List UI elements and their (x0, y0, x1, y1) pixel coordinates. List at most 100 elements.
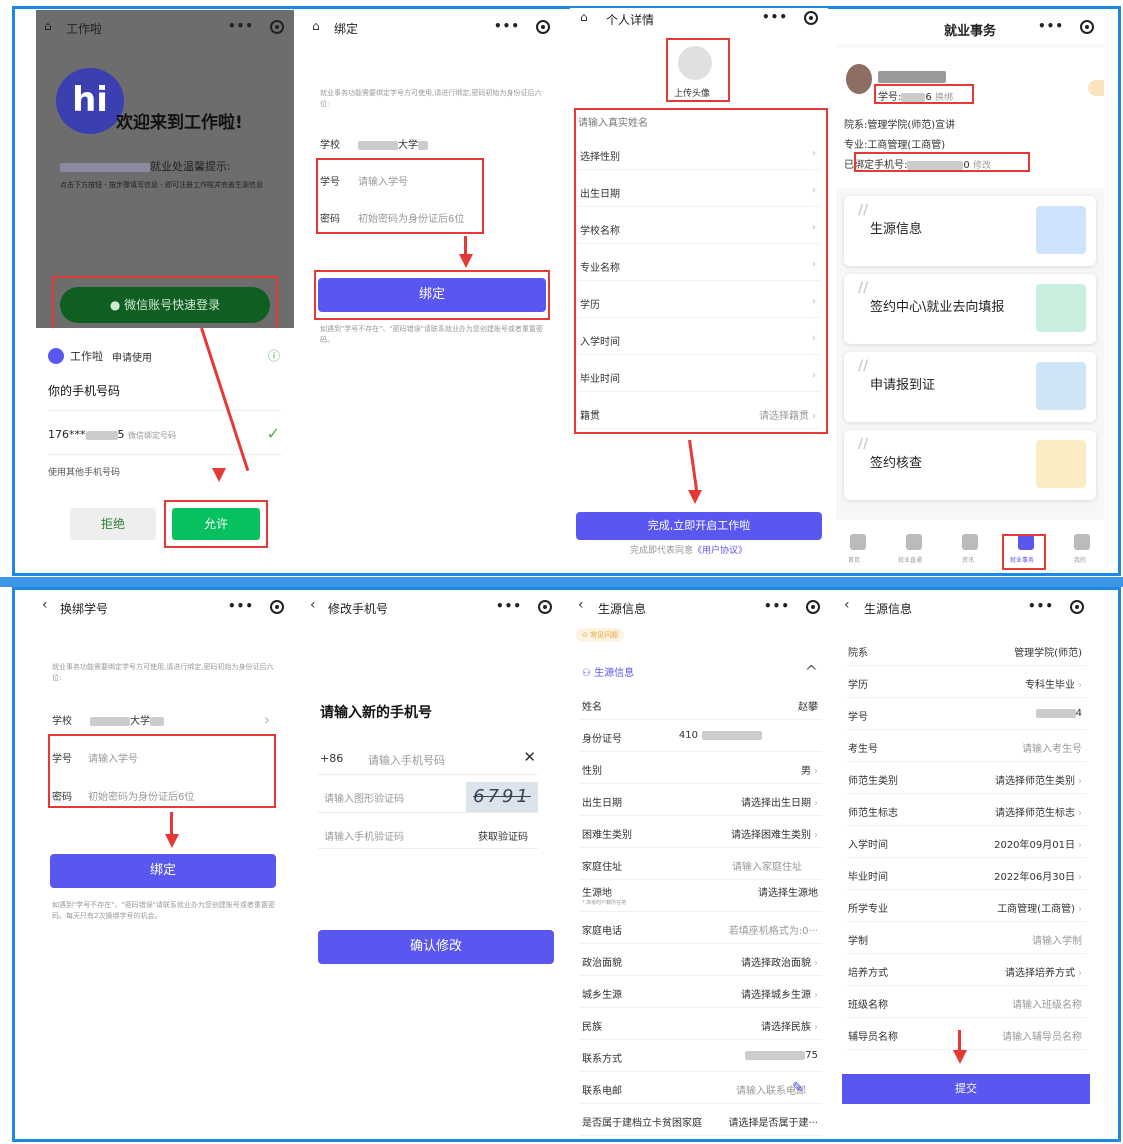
phone-input[interactable]: 请输入手机号码 (368, 752, 445, 768)
back-icon[interactable]: ‹ (42, 597, 48, 613)
captcha-input[interactable]: 请输入图形验证码 (324, 790, 404, 805)
page-title: 工作啦 (66, 22, 103, 36)
panel-rebind: ‹ 换绑学号 ••• 就业事务功能需要绑定学号方可使用,请进行绑定,密码初始为身… (36, 590, 294, 1138)
more-icon[interactable]: ••• (762, 10, 788, 24)
close-target-icon[interactable] (538, 599, 552, 614)
list-item[interactable]: 城乡生源 请选择城乡生源 › (580, 976, 822, 1008)
finish-button[interactable]: 完成,立即开启工作啦 (576, 512, 822, 540)
capsule-menu[interactable]: ••• (1038, 19, 1094, 34)
home-icon[interactable]: ⌂ (580, 10, 588, 24)
close-target-icon[interactable] (1080, 19, 1094, 34)
list-item[interactable]: 所学专业 工商管理(工商管) › (846, 890, 1086, 922)
list-item[interactable]: 入学时间 2020年09月01日 › (846, 826, 1086, 858)
other-phone-link[interactable]: 使用其他手机号码 (48, 468, 120, 479)
captcha-image[interactable]: 6791 (466, 782, 538, 812)
get-code-button[interactable]: 获取验证码 (478, 828, 528, 843)
more-icon[interactable]: ••• (228, 599, 254, 613)
major-line: 专业:工商管理(工商管) (844, 140, 946, 151)
header: ‹ 换绑学号 ••• (36, 590, 294, 624)
list-item[interactable]: 出生日期 请选择出生日期 › (580, 784, 822, 816)
capsule-menu[interactable]: ••• (1028, 599, 1084, 614)
close-target-icon[interactable] (270, 599, 284, 614)
list-item[interactable]: 家庭电话 若填座机格式为:0··· (580, 912, 822, 944)
card-sign-center[interactable]: //签约中心\就业去向填报 (844, 274, 1096, 344)
list-item[interactable]: 班级名称 请输入班级名称 (846, 986, 1086, 1018)
clear-icon[interactable]: ✕ (523, 748, 536, 766)
home-tab-icon[interactable] (850, 534, 866, 550)
direct-tab-icon[interactable] (906, 534, 922, 550)
list-item[interactable]: 学制 请输入学制 (846, 922, 1086, 954)
more-icon[interactable]: ••• (1038, 19, 1064, 33)
document-illustration-icon (1036, 440, 1086, 488)
sms-code-input[interactable]: 请输入手机验证码 (324, 828, 404, 843)
list-item[interactable]: 身份证号 410 (580, 720, 822, 752)
section-header[interactable]: ⚇ 生源信息 (582, 664, 634, 679)
heading: 请输入新的手机号 (320, 705, 432, 721)
close-target-icon[interactable] (806, 599, 820, 614)
agreement-link[interactable]: 《用户协议》 (693, 546, 747, 556)
capsule-menu[interactable]: ••• (496, 599, 552, 614)
info-icon[interactable]: ⓘ (268, 347, 280, 364)
list-item[interactable]: 院系 管理学院(师范) (846, 634, 1086, 666)
list-item[interactable]: 培养方式 请选择培养方式 › (846, 954, 1086, 986)
school-value[interactable]: 大学 (358, 136, 428, 151)
home-icon[interactable]: ⌂ (312, 19, 320, 33)
list-item[interactable]: 师范生类别 请选择师范生类别 › (846, 762, 1086, 794)
list-item[interactable]: 困难生类别 请选择困难生类别 › (580, 816, 822, 848)
more-icon[interactable]: ••• (494, 19, 520, 33)
capsule-menu[interactable]: ••• (494, 19, 550, 34)
back-icon[interactable]: ‹ (310, 597, 316, 613)
phone-option[interactable]: 176*** 5 微信绑定号码 (48, 428, 176, 441)
back-icon[interactable]: ‹ (578, 597, 584, 613)
confirm-button[interactable]: 确认修改 (318, 930, 554, 964)
list-item[interactable]: 民族 请选择民族 › (580, 1008, 822, 1040)
sheet-app-name: 工作啦 (70, 350, 103, 363)
news-tab-icon[interactable] (962, 534, 978, 550)
arrow (688, 439, 699, 492)
school-value[interactable]: 大学 (90, 712, 164, 727)
list-item[interactable]: 姓名 赵攀 (580, 688, 822, 720)
close-target-icon[interactable] (270, 19, 284, 34)
header: ‹ 修改手机号 ••• (304, 590, 562, 624)
list-item[interactable]: 辅导员名称 请输入辅导员名称 (846, 1018, 1086, 1050)
edit-pen-icon[interactable]: ✎ (792, 1080, 804, 1096)
list-item[interactable]: 学历 专科生毕业 › (846, 666, 1086, 698)
card-sign-check[interactable]: //签约核查 (844, 430, 1096, 500)
capsule-menu[interactable]: ••• (764, 599, 820, 614)
highlight-avatar (666, 38, 730, 102)
more-icon[interactable]: ••• (764, 599, 790, 613)
submit-button[interactable]: 提交 (842, 1074, 1090, 1104)
list-item[interactable]: 考生号 请输入考生号 (846, 730, 1086, 762)
more-icon[interactable]: ••• (228, 19, 254, 33)
list-item[interactable]: 性别男 › (580, 752, 822, 784)
country-code[interactable]: +86 (320, 752, 343, 765)
reject-button[interactable]: 拒绝 (70, 508, 156, 540)
list-item[interactable]: 家庭住址 请输入家庭住址 (580, 848, 822, 880)
more-icon[interactable]: ••• (1028, 599, 1054, 613)
capsule-menu[interactable]: ••• (228, 19, 284, 34)
bind-desc: 就业事务功能需要绑定学号方可使用,请进行绑定,密码初始为身份证后六位: (320, 89, 542, 108)
back-icon[interactable]: ‹ (844, 597, 850, 613)
list-item[interactable]: 联系电邮 请输入联系电邮 (580, 1072, 822, 1104)
list-item[interactable]: 学号 4 (846, 698, 1086, 730)
list-item[interactable]: 生源地 * 高考时户籍所在地 请选择生源地 (580, 880, 822, 912)
more-icon[interactable]: ••• (496, 599, 522, 613)
card-source-info[interactable]: //生源信息 (844, 196, 1096, 266)
faq-badge[interactable]: ⊙ 常见问题 (576, 628, 625, 642)
card-report-cert[interactable]: //申请报到证 (844, 352, 1096, 422)
list-item[interactable]: 联系方式 75 (580, 1040, 822, 1072)
list-item[interactable]: 政治面貌 请选择政治面貌 › (580, 944, 822, 976)
capsule-menu[interactable]: ••• (228, 599, 284, 614)
close-target-icon[interactable] (804, 10, 818, 25)
chevron-up-icon[interactable]: ^ (805, 662, 818, 681)
list-item[interactable]: 是否属于建档立卡贫困家庭 请选择是否属于建··· (580, 1104, 822, 1136)
capsule-menu[interactable]: ••• (762, 10, 818, 25)
close-target-icon[interactable] (1070, 599, 1084, 614)
close-target-icon[interactable] (536, 19, 550, 34)
bind-button[interactable]: 绑定 (50, 854, 276, 888)
highlight-profile-form (574, 108, 828, 434)
home-icon[interactable]: ⌂ (44, 19, 52, 33)
list-item[interactable]: 师范生标志 请选择师范生标志 › (846, 794, 1086, 826)
list-item[interactable]: 毕业时间 2022年06月30日 › (846, 858, 1086, 890)
me-tab-icon[interactable] (1074, 534, 1090, 550)
